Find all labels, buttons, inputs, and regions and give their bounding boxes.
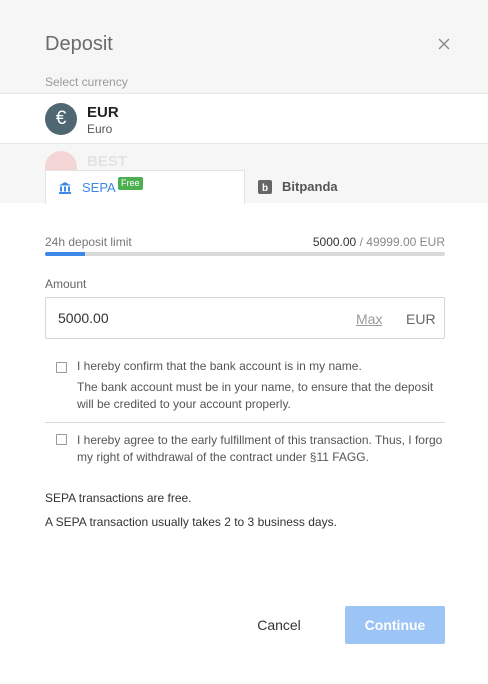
max-link[interactable]: Max: [356, 311, 382, 327]
deposit-limit-max: 49999.00 EUR: [366, 235, 445, 249]
currency-code: BEST: [87, 153, 128, 170]
best-coin-icon: [45, 151, 77, 170]
info-free-text: SEPA transactions are free.: [45, 491, 192, 505]
select-currency-label: Select currency: [45, 75, 128, 89]
confirm-account-text: I hereby confirm that the bank account i…: [77, 359, 362, 373]
continue-button[interactable]: Continue: [345, 606, 445, 644]
currency-option-eur[interactable]: € EUR Euro: [0, 93, 488, 144]
info-duration-text: A SEPA transaction usually takes 2 to 3 …: [45, 515, 337, 529]
currency-name: Euro: [87, 122, 113, 136]
deposit-limit-bar: [45, 252, 445, 256]
dialog-title: Deposit: [45, 33, 113, 55]
deposit-limit-fill: [45, 252, 85, 256]
close-icon[interactable]: [434, 34, 454, 54]
amount-label: Amount: [45, 277, 87, 291]
free-badge: Free: [118, 177, 143, 190]
euro-coin-icon: €: [45, 103, 77, 135]
amount-field: Max EUR: [45, 297, 445, 339]
bank-icon: [58, 181, 72, 195]
confirm-account-subtext: The bank account must be in your name, t…: [77, 380, 434, 411]
tab-sepa[interactable]: SEPA Free: [45, 170, 245, 204]
confirm-account-checkbox[interactable]: [56, 362, 67, 373]
bitpanda-logo-icon: b: [258, 180, 272, 194]
deposit-limit-values: 5000.00 / 49999.00 EUR: [313, 235, 445, 249]
deposit-limit-current: 5000.00: [312, 235, 357, 249]
cancel-button[interactable]: Cancel: [244, 606, 314, 644]
tab-label: Bitpanda: [282, 179, 338, 194]
deposit-limit-label: 24h deposit limit: [45, 235, 132, 249]
tab-label: SEPA: [82, 180, 116, 195]
svg-text:b: b: [262, 183, 268, 194]
amount-input[interactable]: [58, 298, 338, 338]
currency-option-best[interactable]: BEST: [0, 145, 488, 170]
amount-currency: EUR: [406, 311, 436, 327]
early-fulfillment-text: I hereby agree to the early fulfillment …: [77, 433, 443, 464]
deposit-limit-separator: /: [359, 235, 363, 249]
currency-code: EUR: [87, 104, 119, 121]
early-fulfillment-checkbox[interactable]: [56, 434, 67, 445]
tab-bitpanda[interactable]: b Bitpanda: [255, 170, 445, 204]
divider: [45, 422, 445, 423]
